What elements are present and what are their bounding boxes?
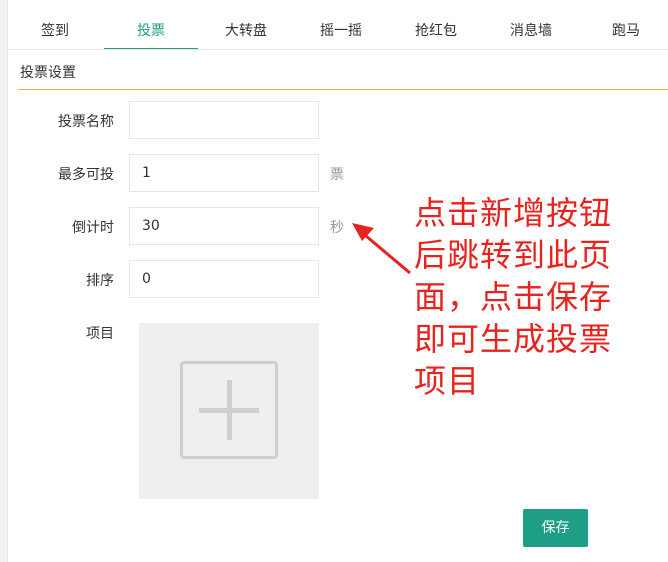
annotation-note: 点击新增按钮后跳转到此页面，点击保存即可生成投票项目 bbox=[414, 194, 613, 400]
